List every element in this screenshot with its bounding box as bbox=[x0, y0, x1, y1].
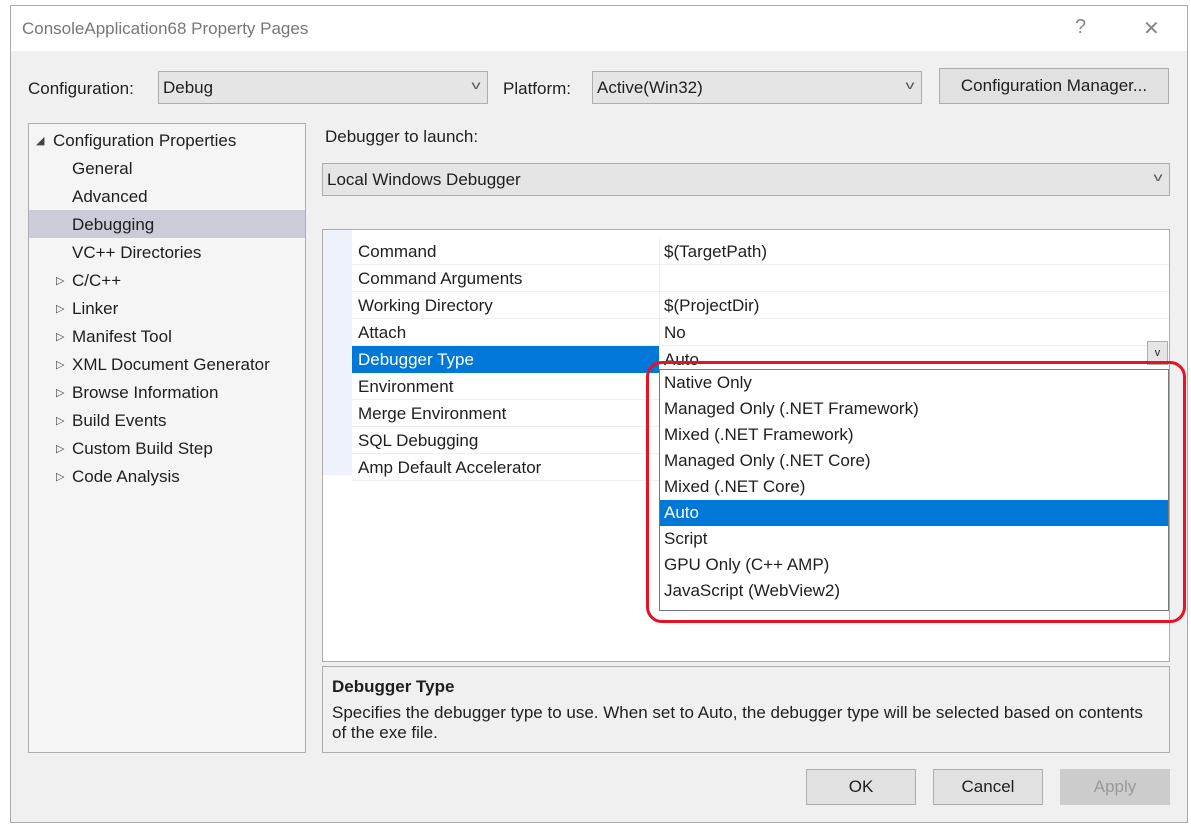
property-name: Command Arguments bbox=[358, 269, 523, 288]
window-title: ConsoleApplication68 Property Pages bbox=[22, 19, 309, 38]
tree-item-label: Debugging bbox=[72, 215, 155, 234]
tree-item-label: Manifest Tool bbox=[72, 327, 172, 346]
expand-arrow-icon[interactable]: ▷ bbox=[56, 274, 64, 287]
chevron-down-icon: v bbox=[471, 78, 481, 92]
tree-item-label: General bbox=[72, 159, 133, 178]
expand-arrow-icon[interactable]: ▷ bbox=[56, 386, 64, 399]
tree-item-label: Browse Information bbox=[72, 383, 219, 402]
property-tree: ◢ Configuration Properties General Advanc… bbox=[28, 123, 306, 753]
debugger-to-launch-select[interactable]: Local Windows Debugger v bbox=[322, 163, 1170, 196]
property-name: SQL Debugging bbox=[358, 431, 479, 450]
property-value[interactable]: $(TargetPath) bbox=[664, 242, 767, 262]
collapse-arrow-icon[interactable]: ◢ bbox=[36, 134, 44, 147]
property-name: Attach bbox=[358, 323, 407, 342]
configuration-label: Configuration: bbox=[28, 79, 134, 98]
column-divider bbox=[659, 238, 660, 264]
column-divider bbox=[659, 265, 660, 291]
tree-item[interactable]: ▷ Browse Information bbox=[29, 378, 305, 406]
expand-arrow-icon[interactable]: ▷ bbox=[56, 470, 64, 483]
description-panel: Debugger Type Specifies the debugger typ… bbox=[322, 666, 1170, 753]
tree-item[interactable]: ▷ XML Document Generator bbox=[29, 350, 305, 378]
expand-arrow-icon[interactable]: ▷ bbox=[56, 358, 64, 371]
title-bar: ConsoleApplication68 Property Pages ? ✕ bbox=[11, 6, 1187, 51]
expand-arrow-icon[interactable]: ▷ bbox=[56, 330, 64, 343]
tree-item[interactable]: ▷ Custom Build Step bbox=[29, 434, 305, 462]
tree-item[interactable]: General bbox=[29, 154, 305, 182]
expand-arrow-icon[interactable]: ▷ bbox=[56, 442, 64, 455]
property-name: Environment bbox=[358, 377, 454, 396]
tree-item[interactable]: ▷ Code Analysis bbox=[29, 462, 305, 490]
platform-label: Platform: bbox=[503, 79, 572, 98]
property-row[interactable]: Command $(TargetPath) bbox=[352, 238, 1169, 265]
property-name: Working Directory bbox=[358, 296, 493, 315]
tree-item-label: Build Events bbox=[72, 411, 167, 430]
tree-item[interactable]: ▷ C/C++ bbox=[29, 266, 305, 294]
description-text: Specifies the debugger type to use. When… bbox=[332, 703, 1143, 742]
chevron-down-icon: v bbox=[1153, 170, 1163, 184]
tree-item-label: Custom Build Step bbox=[72, 439, 213, 458]
chevron-down-icon: v bbox=[1154, 347, 1161, 359]
tree-item-label: Advanced bbox=[72, 187, 148, 206]
tree-item-configuration-properties[interactable]: ◢ Configuration Properties bbox=[29, 126, 305, 154]
highlight-annotation bbox=[646, 361, 1186, 623]
tree-item-label: Linker bbox=[72, 299, 119, 318]
property-row[interactable]: Working Directory $(ProjectDir) bbox=[352, 292, 1169, 319]
property-value[interactable]: No bbox=[664, 323, 686, 343]
property-pages-dialog: ConsoleApplication68 Property Pages ? ✕ … bbox=[10, 5, 1188, 823]
expand-arrow-icon[interactable]: ▷ bbox=[56, 302, 64, 315]
expand-arrow-icon[interactable]: ▷ bbox=[56, 414, 64, 427]
property-name: Command bbox=[358, 242, 437, 261]
tree-item[interactable]: ▷ Manifest Tool bbox=[29, 322, 305, 350]
tree-item[interactable]: ▷ Linker bbox=[29, 294, 305, 322]
tree-item-label: C/C++ bbox=[72, 271, 122, 290]
configuration-value: Debug bbox=[163, 78, 214, 97]
debugger-to-launch-label: Debugger to launch: bbox=[325, 127, 479, 146]
close-button[interactable]: ✕ bbox=[1143, 16, 1160, 41]
platform-select[interactable]: Active(Win32) v bbox=[592, 71, 922, 104]
tree-item[interactable]: ▷ Build Events bbox=[29, 406, 305, 434]
tree-item[interactable]: Advanced bbox=[29, 182, 305, 210]
configuration-manager-button[interactable]: Configuration Manager... bbox=[939, 68, 1169, 104]
tree-item[interactable]: VC++ Directories bbox=[29, 238, 305, 266]
tree-item-label: VC++ Directories bbox=[72, 243, 202, 262]
tree-item[interactable]: Debugging bbox=[29, 210, 305, 238]
column-divider bbox=[659, 292, 660, 318]
property-name: Debugger Type bbox=[358, 350, 474, 369]
ok-button[interactable]: OK bbox=[806, 769, 916, 805]
cancel-button[interactable]: Cancel bbox=[933, 769, 1043, 805]
property-name: Merge Environment bbox=[358, 404, 507, 423]
property-row[interactable]: Command Arguments bbox=[352, 265, 1169, 292]
property-name: Amp Default Accelerator bbox=[358, 458, 542, 477]
apply-button[interactable]: Apply bbox=[1060, 769, 1170, 805]
property-row[interactable]: Attach No bbox=[352, 319, 1169, 346]
chevron-down-icon: v bbox=[905, 78, 915, 92]
help-button[interactable]: ? bbox=[1075, 16, 1086, 39]
tree-item-label: Code Analysis bbox=[72, 467, 180, 486]
column-divider bbox=[659, 319, 660, 345]
description-title: Debugger Type bbox=[332, 677, 455, 696]
grid-gutter bbox=[323, 230, 352, 475]
tree-item-label: Configuration Properties bbox=[53, 131, 237, 150]
configuration-select[interactable]: Debug v bbox=[158, 71, 488, 104]
platform-value: Active(Win32) bbox=[597, 78, 703, 97]
debugger-value: Local Windows Debugger bbox=[327, 170, 521, 189]
property-value[interactable]: $(ProjectDir) bbox=[664, 296, 759, 316]
tree-item-label: XML Document Generator bbox=[72, 355, 270, 374]
